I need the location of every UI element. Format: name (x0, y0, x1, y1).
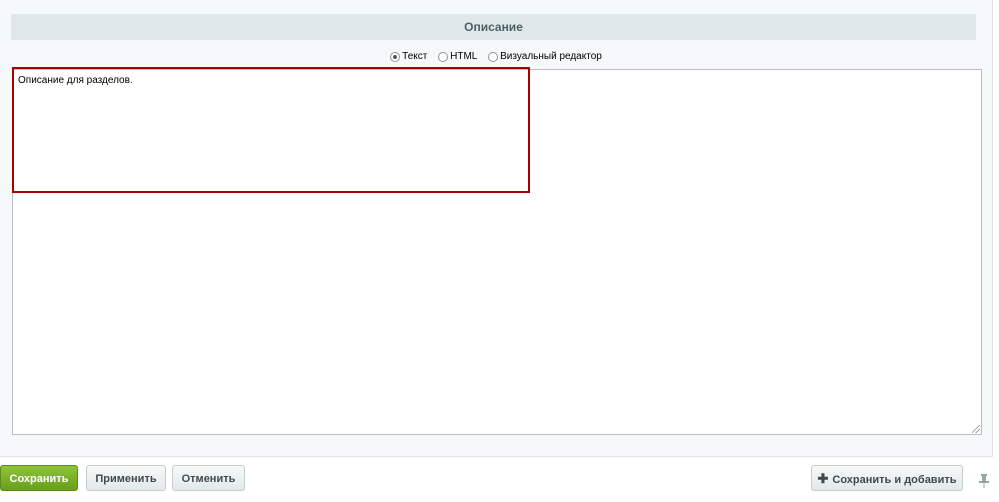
apply-button[interactable]: Применить (86, 465, 166, 491)
section-title: Описание (11, 14, 976, 40)
plus-icon: ✚ (817, 471, 829, 486)
cancel-button[interactable]: Отменить (172, 465, 245, 491)
radio-icon[interactable] (390, 51, 401, 62)
mode-option-label: Текст (402, 51, 428, 62)
mode-option-label: HTML (450, 51, 478, 62)
editor-mode-selector: Текст HTML Визуальный редактор (0, 51, 992, 67)
radio-icon[interactable] (488, 51, 499, 62)
save-and-add-button[interactable]: ✚ Сохранить и добавить (811, 465, 963, 491)
mode-visual-editor-option[interactable]: Визуальный редактор (488, 51, 602, 62)
pin-icon[interactable] (978, 473, 990, 489)
resize-handle-icon[interactable] (972, 425, 980, 433)
radio-icon[interactable] (438, 51, 449, 62)
mode-option-label: Визуальный редактор (500, 51, 602, 62)
mode-html-option[interactable]: HTML (438, 51, 477, 62)
form-panel: Описание Текст HTML Визуальный редактор … (0, 0, 993, 457)
description-text: Описание для разделов. (18, 75, 133, 86)
mode-text-option[interactable]: Текст (390, 51, 427, 62)
description-textarea[interactable]: Описание для разделов. (12, 69, 982, 435)
save-and-add-label: Сохранить и добавить (832, 474, 957, 486)
save-button[interactable]: Сохранить (0, 465, 78, 491)
